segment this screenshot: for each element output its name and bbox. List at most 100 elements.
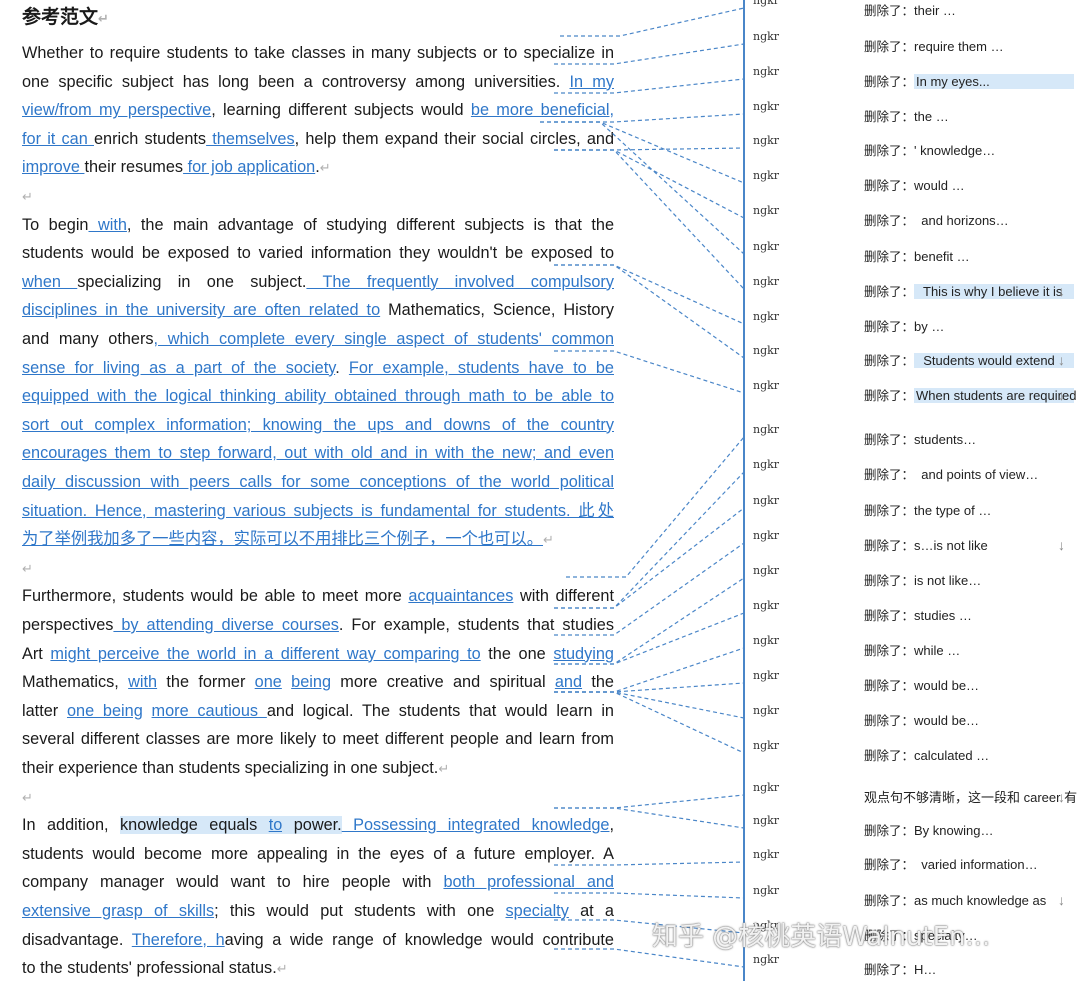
comment-balloon[interactable]: ngkr 删除了：as much knowledge as ↓ — [746, 884, 1080, 912]
comment-balloon[interactable]: ngkr 删除了：their … — [746, 0, 1080, 22]
comment-balloon[interactable]: ngkr 删除了： This is why I believe it is ↓ — [746, 275, 1080, 303]
comment-prefix: 删除了： — [864, 893, 915, 908]
comment-prefix: 删除了： — [864, 249, 915, 264]
comment-balloon[interactable]: ngkr 删除了：s…is not like ↓ — [746, 529, 1080, 557]
comment-author: ngkr — [753, 169, 780, 182]
comment-prefix: 删除了： — [864, 213, 915, 228]
comment-prefix: 删除了： — [864, 678, 915, 693]
comment-author: ngkr — [753, 240, 780, 253]
comment-label: 删除了：the type of … — [864, 500, 991, 519]
comment-balloon[interactable]: ngkr 观点句不够清晰，这一段和 career 有 ↓ — [746, 781, 1080, 809]
comment-label: 删除了：would … — [864, 175, 965, 194]
comment-text: as much knowledge as — [914, 893, 1047, 908]
comment-balloon[interactable]: ngkr 删除了：require them … — [746, 30, 1080, 58]
expand-arrow-icon[interactable]: ↓ — [1058, 892, 1065, 908]
comment-connector-line — [560, 7, 745, 37]
comment-prefix: 删除了： — [864, 467, 915, 482]
comment-author: ngkr — [753, 0, 780, 7]
comment-prefix: 删除了： — [864, 319, 915, 334]
comment-prefix: 删除了： — [864, 713, 915, 728]
comment-author: ngkr — [753, 564, 780, 577]
comment-text: would be… — [914, 713, 980, 728]
comment-connector-line — [554, 861, 745, 866]
comment-prefix: 删除了： — [864, 284, 915, 299]
comment-prefix: 删除了： — [864, 538, 915, 553]
expand-arrow-icon[interactable]: ↓ — [1058, 283, 1065, 299]
comment-label: 删除了：is not like… — [864, 570, 981, 589]
comment-connector-line — [554, 612, 745, 665]
comment-balloon[interactable]: ngkr 删除了：benefit … — [746, 240, 1080, 268]
comment-prefix: 删除了： — [864, 503, 915, 518]
comment-author: ngkr — [753, 848, 780, 861]
comment-author: ngkr — [753, 669, 780, 682]
comment-label: 删除了：studies … — [864, 605, 972, 624]
comment-connector-line — [554, 794, 745, 809]
comment-author: ngkr — [753, 344, 780, 357]
comment-connector-line — [540, 121, 745, 255]
comment-balloon[interactable]: ngkr 删除了：By knowing… — [746, 814, 1080, 842]
comment-text: ' knowledge… — [914, 143, 996, 158]
comment-prefix: 删除了： — [864, 748, 915, 763]
comment-author: ngkr — [753, 529, 780, 542]
comment-balloon[interactable]: ngkr 删除了：while … — [746, 634, 1080, 662]
comment-author: ngkr — [753, 953, 780, 966]
comment-prefix: 删除了： — [864, 643, 915, 658]
comment-balloon[interactable]: ngkr 删除了： and points of view… — [746, 458, 1080, 486]
expand-arrow-icon[interactable]: ↓ — [1058, 537, 1065, 553]
comment-balloon[interactable]: ngkr 删除了： Students would extend ↓ — [746, 344, 1080, 372]
expand-arrow-icon[interactable]: ↓ — [1058, 789, 1065, 805]
comment-balloon[interactable]: ngkr 删除了：is not like… — [746, 564, 1080, 592]
comment-text: varied information… — [914, 857, 1038, 872]
comment-balloon[interactable]: ngkr 删除了： In my eyes... — [746, 65, 1080, 93]
comment-balloon[interactable]: ngkr 删除了：calculated … — [746, 739, 1080, 767]
comment-label: 删除了：as much knowledge as — [864, 890, 1046, 909]
comment-author: ngkr — [753, 100, 780, 113]
comment-prefix: 删除了： — [864, 74, 915, 89]
comment-author: ngkr — [753, 781, 780, 794]
comment-connector-line — [554, 892, 745, 899]
comment-label: 删除了：calculated … — [864, 745, 989, 764]
expand-arrow-icon[interactable]: ↓ — [1058, 387, 1065, 403]
comment-connector-line — [566, 436, 745, 578]
comment-balloon[interactable]: ngkr 删除了：the type of … — [746, 494, 1080, 522]
comment-text: students… — [914, 432, 977, 447]
comment-prefix: 删除了： — [864, 962, 915, 977]
comment-author: ngkr — [753, 814, 780, 827]
comment-prefix: 删除了： — [864, 608, 915, 623]
comment-balloon[interactable]: ngkr 删除了：the … — [746, 100, 1080, 128]
comment-balloon[interactable]: ngkr 删除了： When students are required ↓ — [746, 379, 1080, 407]
comment-text: require them … — [914, 39, 1004, 54]
comment-prefix: 删除了： — [864, 857, 915, 872]
expand-arrow-icon[interactable]: ↓ — [1058, 352, 1065, 368]
comment-balloon[interactable]: ngkr 删除了：H… — [746, 953, 1080, 981]
comment-balloon[interactable]: ngkr 删除了：would … — [746, 169, 1080, 197]
comment-author: ngkr — [753, 599, 780, 612]
comment-balloon[interactable]: ngkr 删除了： varied information… — [746, 848, 1080, 876]
comment-connector-line — [554, 350, 745, 394]
comment-connector-line — [554, 691, 745, 754]
comment-text: by … — [914, 319, 945, 334]
comment-author: ngkr — [753, 65, 780, 78]
comment-prefix: 删除了： — [864, 178, 915, 193]
comment-author: ngkr — [753, 275, 780, 288]
comment-author: ngkr — [753, 30, 780, 43]
comment-text: their … — [914, 3, 956, 18]
comment-text: H… — [914, 962, 937, 977]
comment-balloon[interactable]: ngkr 删除了：would be… — [746, 704, 1080, 732]
comment-connector-line — [554, 542, 745, 636]
comment-connector-line — [554, 43, 745, 65]
comment-connector-line — [554, 149, 745, 219]
comment-balloon[interactable]: ngkr 删除了：' knowledge… — [746, 134, 1080, 162]
comment-balloon[interactable]: ngkr 删除了： and horizons… — [746, 204, 1080, 232]
comment-balloon[interactable]: ngkr 删除了：by … — [746, 310, 1080, 338]
comment-label: 删除了： and horizons… — [864, 210, 1009, 229]
comment-prefix: 删除了： — [864, 143, 915, 158]
comment-balloon[interactable]: ngkr 删除了：studies … — [746, 599, 1080, 627]
comment-text: 观点句不够清晰，这一段和 career 有 — [864, 790, 1078, 805]
comment-balloon[interactable]: ngkr 删除了：students… — [746, 423, 1080, 451]
comment-label: 删除了：their … — [864, 0, 956, 19]
comment-label: 删除了： varied information… — [864, 854, 1038, 873]
comment-label: 删除了： When students are required — [864, 385, 1076, 404]
comment-balloon[interactable]: ngkr 删除了：would be… — [746, 669, 1080, 697]
comment-text: This is why I believe it is — [914, 284, 1075, 299]
